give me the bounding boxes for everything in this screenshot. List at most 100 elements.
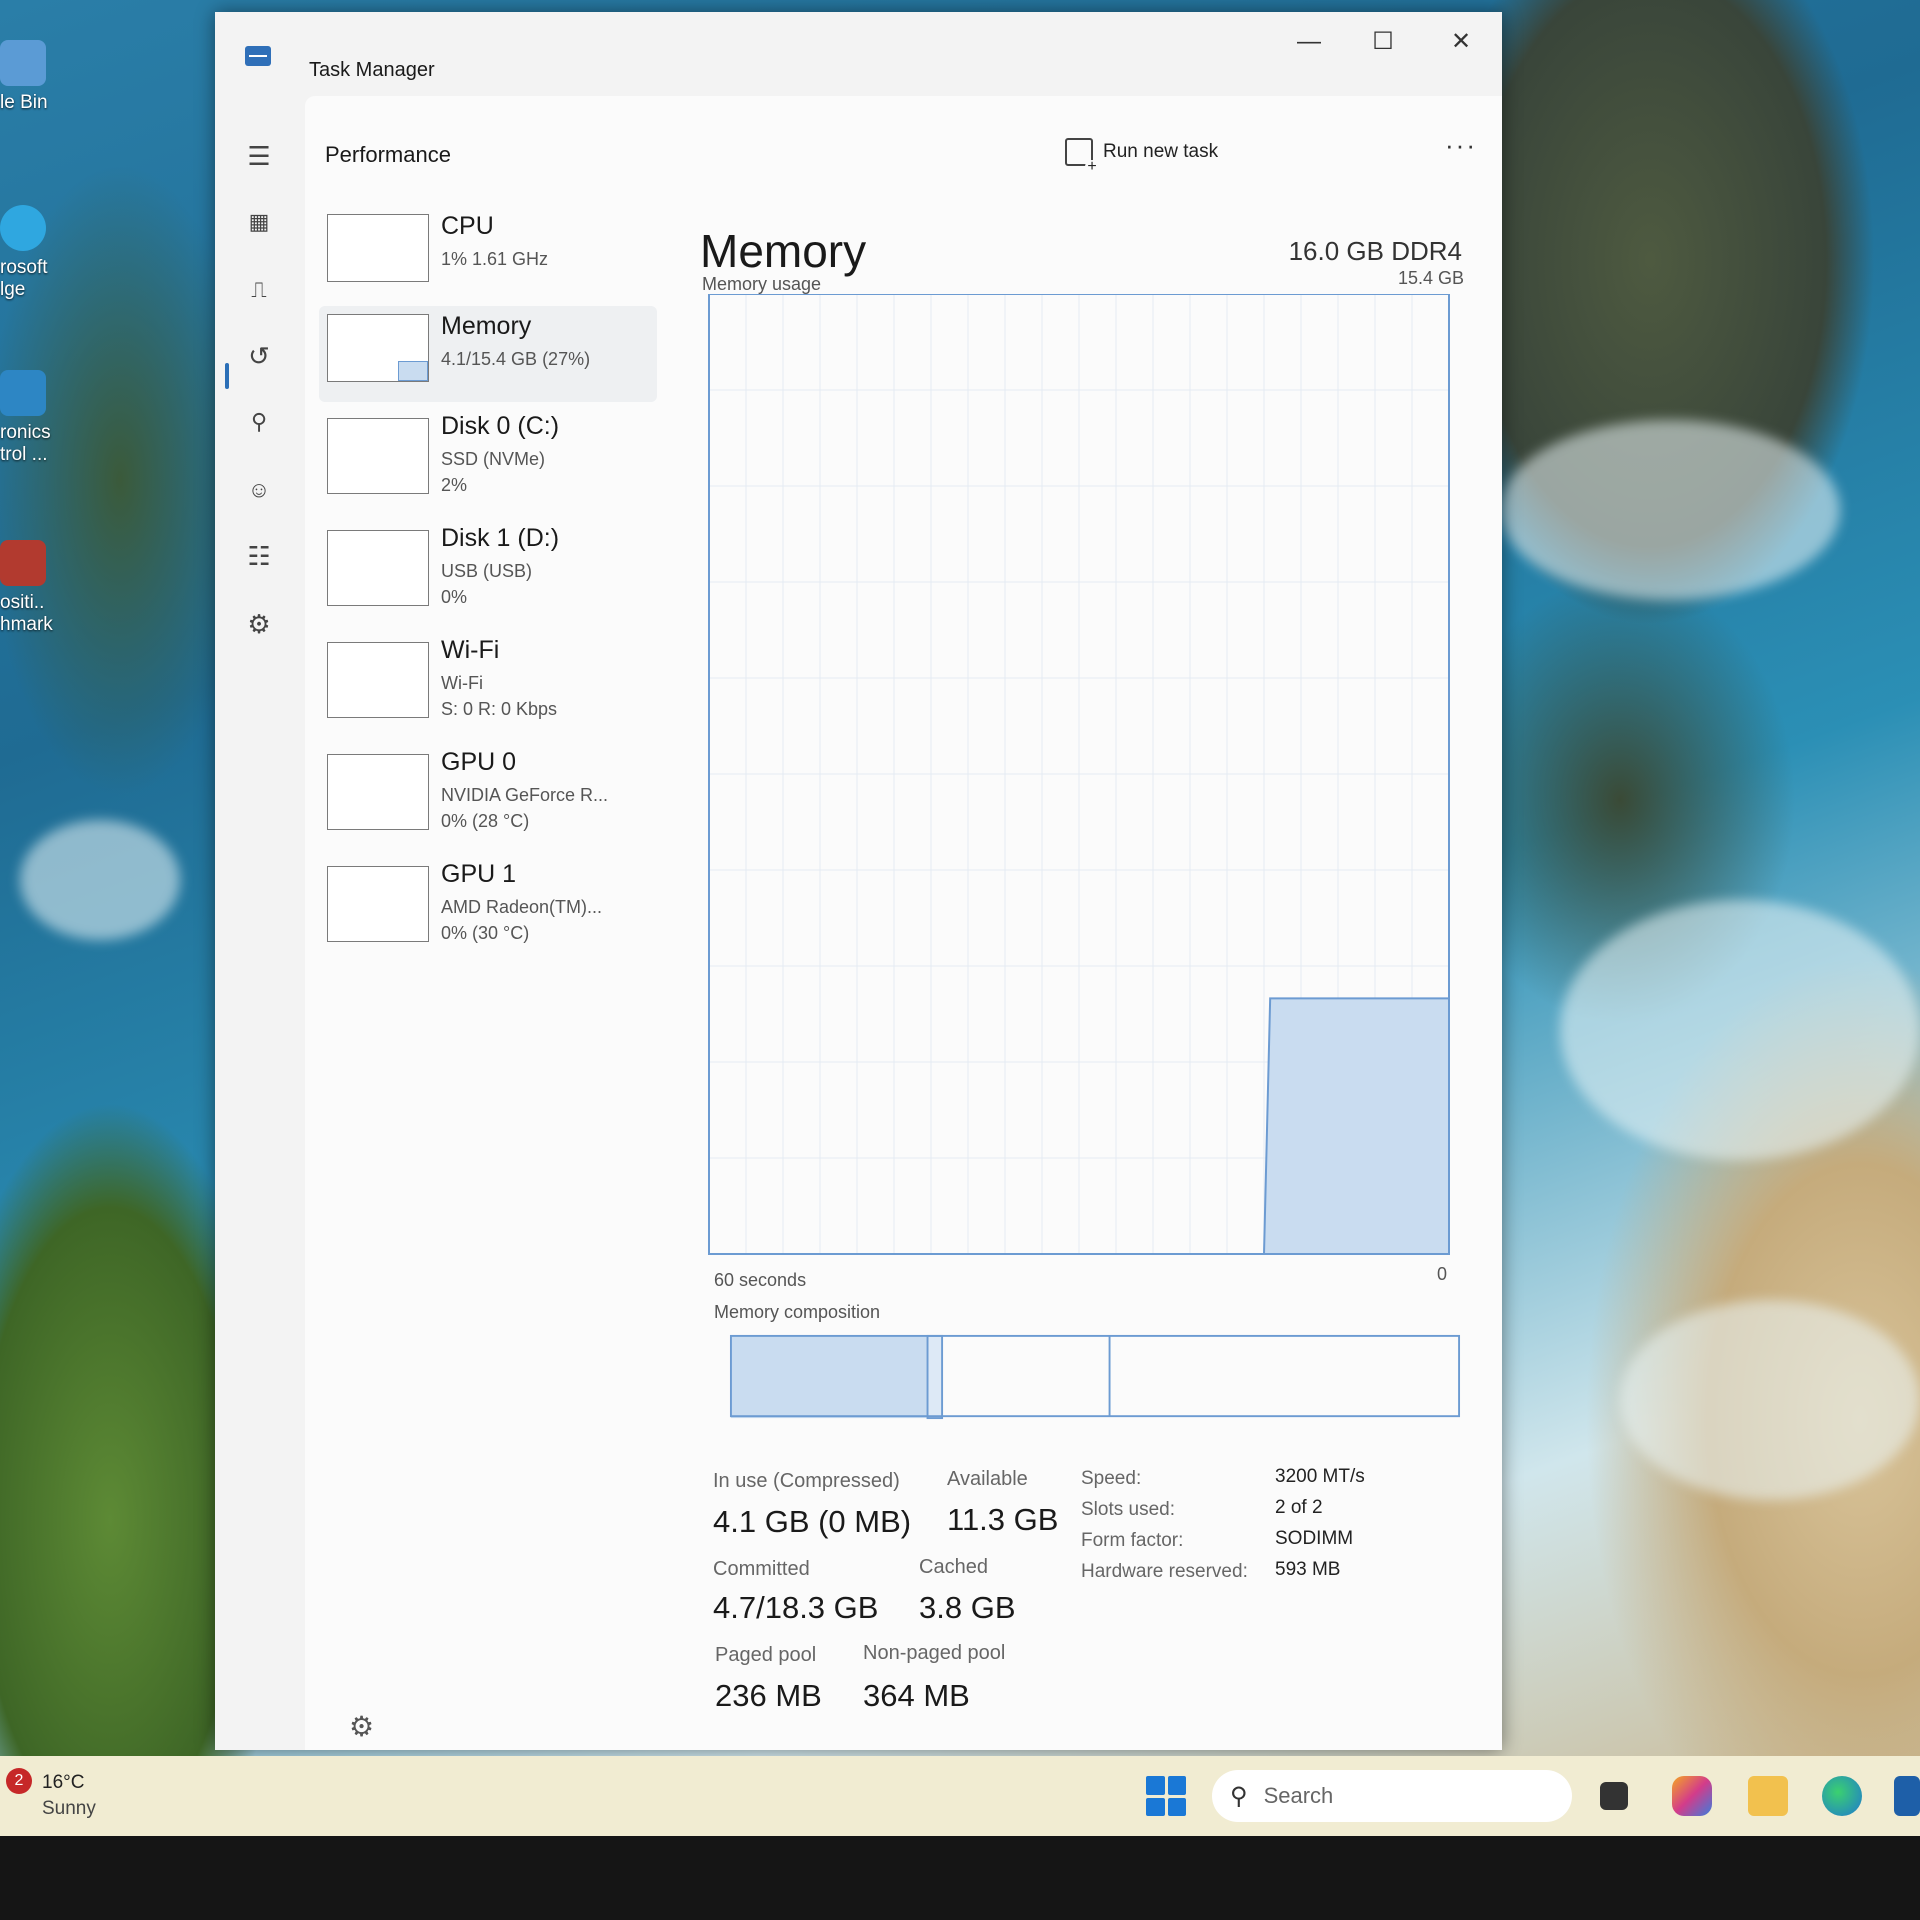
monitor-bezel: [0, 1836, 1920, 1920]
desktop-icon-control[interactable]: ronics trol ...: [0, 370, 70, 466]
device-item-gpu-1[interactable]: GPU 1 AMD Radeon(TM)... 0% (30 °C): [319, 854, 657, 962]
weather-badge[interactable]: 2: [6, 1768, 32, 1794]
windows-logo-pane: [1167, 1776, 1186, 1795]
task-view-icon[interactable]: [1600, 1782, 1628, 1810]
device-detail-line: SSD (NVMe): [441, 449, 546, 469]
cached-value: 3.8 GB: [919, 1590, 1016, 1625]
desktop-icon-benchmark[interactable]: ositi.. hmark: [0, 540, 70, 636]
store-icon[interactable]: [1894, 1776, 1920, 1816]
composition-in-use: [730, 1335, 928, 1419]
wave-foam: [1620, 1300, 1920, 1500]
spec-value: 3200 MT/s: [1275, 1466, 1365, 1487]
device-detail-line: Wi-Fi: [441, 673, 483, 693]
device-item-disk-0[interactable]: Disk 0 (C:) SSD (NVMe) 2%: [319, 406, 657, 514]
maximize-button[interactable]: ☐: [1355, 24, 1411, 60]
device-name: CPU: [441, 212, 494, 240]
minimize-button[interactable]: —: [1281, 24, 1337, 60]
desktop-icon-label: ositi.. hmark: [0, 592, 53, 635]
benchmark-icon: [0, 540, 46, 586]
task-manager-icon: [245, 46, 271, 66]
time-end-label: 0: [1437, 1264, 1448, 1284]
in-use-value: 4.1 GB (0 MB): [713, 1504, 912, 1539]
search-icon: ⚲: [1230, 1782, 1248, 1810]
device-detail: USB (USB) 0%: [441, 558, 532, 610]
device-item-wifi[interactable]: Wi-Fi Wi-Fi S: 0 R: 0 Kbps: [319, 630, 657, 738]
spec-value: 2 of 2: [1275, 1497, 1323, 1518]
startup-apps-icon[interactable]: ⚲: [239, 402, 279, 442]
device-item-cpu[interactable]: CPU 1% 1.61 GHz: [319, 206, 657, 302]
in-use-label: In use (Compressed): [713, 1470, 900, 1492]
settings-gear-icon[interactable]: ⚙: [349, 1710, 374, 1743]
processes-icon[interactable]: ▦: [239, 202, 279, 242]
hamburger-menu-icon[interactable]: ☰: [239, 136, 279, 176]
windows-logo-pane: [1146, 1797, 1165, 1816]
device-detail-line: 1% 1.61 GHz: [441, 249, 549, 269]
edge-icon[interactable]: [1822, 1776, 1862, 1816]
run-new-task-button[interactable]: Run new task: [1065, 132, 1219, 174]
desktop-icon-label: le Bin: [0, 92, 48, 113]
app-history-icon[interactable]: ↺: [239, 336, 279, 376]
navigation-rail: ☰ ▦ ⎍ ↺ ⚲ ☺ ☷ ⚙: [215, 96, 305, 1750]
memory-capacity: 16.0 GB DDR4: [1288, 236, 1462, 266]
device-detail-line: 0% (28 °C): [441, 811, 530, 831]
memory-composition-bar: [729, 1334, 1461, 1420]
close-button[interactable]: ✕: [1433, 24, 1489, 60]
title-bar[interactable]: Task Manager — ☐ ✕: [215, 12, 1502, 96]
cpu-thumbnail-graph: [327, 214, 429, 282]
gpu1-thumbnail-graph: [327, 866, 429, 942]
services-icon[interactable]: ⚙: [239, 604, 279, 644]
performance-page: Performance Run new task ··· CPU 1% 1.61…: [305, 96, 1502, 1750]
composition-modified: [926, 1334, 944, 1420]
users-icon[interactable]: ☺: [239, 470, 279, 510]
desktop-icon-edge[interactable]: rosoft lge: [0, 205, 70, 301]
details-icon[interactable]: ☷: [239, 536, 279, 576]
desktop-icon-recycle-bin[interactable]: le Bin: [0, 40, 70, 114]
weather-condition[interactable]: Sunny: [42, 1798, 96, 1820]
windows-logo-pane: [1167, 1797, 1186, 1816]
taskbar-search-box[interactable]: ⚲ Search: [1212, 1770, 1572, 1822]
device-detail: AMD Radeon(TM)... 0% (30 °C): [441, 894, 602, 946]
more-options-button[interactable]: ···: [1445, 130, 1477, 161]
disk0-thumbnail-graph: [327, 418, 429, 494]
run-new-task-label: Run new task: [1103, 141, 1219, 162]
device-detail: NVIDIA GeForce R... 0% (28 °C): [441, 782, 608, 834]
device-detail-line: 0%: [441, 587, 468, 607]
paged-pool-label: Paged pool: [715, 1644, 817, 1666]
performance-icon[interactable]: ⎍: [239, 270, 279, 310]
start-button[interactable]: [1146, 1776, 1186, 1816]
copilot-icon[interactable]: [1672, 1776, 1712, 1816]
weather-temperature[interactable]: 16°C: [42, 1772, 84, 1794]
cached-label: Cached: [919, 1556, 988, 1578]
window-title: Task Manager: [309, 59, 435, 81]
control-center-icon: [0, 370, 46, 416]
device-item-gpu-0[interactable]: GPU 0 NVIDIA GeForce R... 0% (28 °C): [319, 742, 657, 850]
device-detail-line: 0% (30 °C): [441, 923, 530, 943]
device-detail-line: NVIDIA GeForce R...: [441, 785, 609, 805]
time-span-label: 60 seconds: [714, 1270, 807, 1290]
file-explorer-icon[interactable]: [1748, 1776, 1788, 1816]
device-name: Disk 0 (C:): [441, 412, 560, 440]
device-name: Wi-Fi: [441, 636, 500, 664]
memory-thumbnail-fill: [398, 361, 428, 381]
available-label: Available: [947, 1468, 1028, 1490]
device-name: Disk 1 (D:): [441, 524, 560, 552]
device-detail-line: USB (USB): [441, 561, 533, 581]
device-detail: SSD (NVMe) 2%: [441, 446, 545, 498]
device-item-memory[interactable]: Memory 4.1/15.4 GB (27%): [319, 306, 657, 402]
device-item-disk-1[interactable]: Disk 1 (D:) USB (USB) 0%: [319, 518, 657, 626]
device-detail: 4.1/15.4 GB (27%): [441, 346, 590, 372]
device-detail: Wi-Fi S: 0 R: 0 Kbps: [441, 670, 557, 722]
committed-label: Committed: [713, 1558, 810, 1580]
gpu0-thumbnail-graph: [327, 754, 429, 830]
desktop-icon-label: rosoft lge: [0, 257, 48, 300]
spec-key: Speed:: [1081, 1468, 1142, 1489]
paged-pool-value: 236 MB: [715, 1678, 822, 1713]
non-paged-pool-label: Non-paged pool: [863, 1642, 1006, 1664]
non-paged-pool-value: 364 MB: [863, 1678, 970, 1713]
spec-key: Slots used:: [1081, 1499, 1175, 1520]
wifi-thumbnail-graph: [327, 642, 429, 718]
device-detail-line: S: 0 R: 0 Kbps: [441, 699, 558, 719]
spec-key: Hardware reserved:: [1081, 1561, 1248, 1582]
memory-usage-max: 15.4 GB: [1397, 268, 1464, 288]
device-detail-line: AMD Radeon(TM)...: [441, 897, 603, 917]
